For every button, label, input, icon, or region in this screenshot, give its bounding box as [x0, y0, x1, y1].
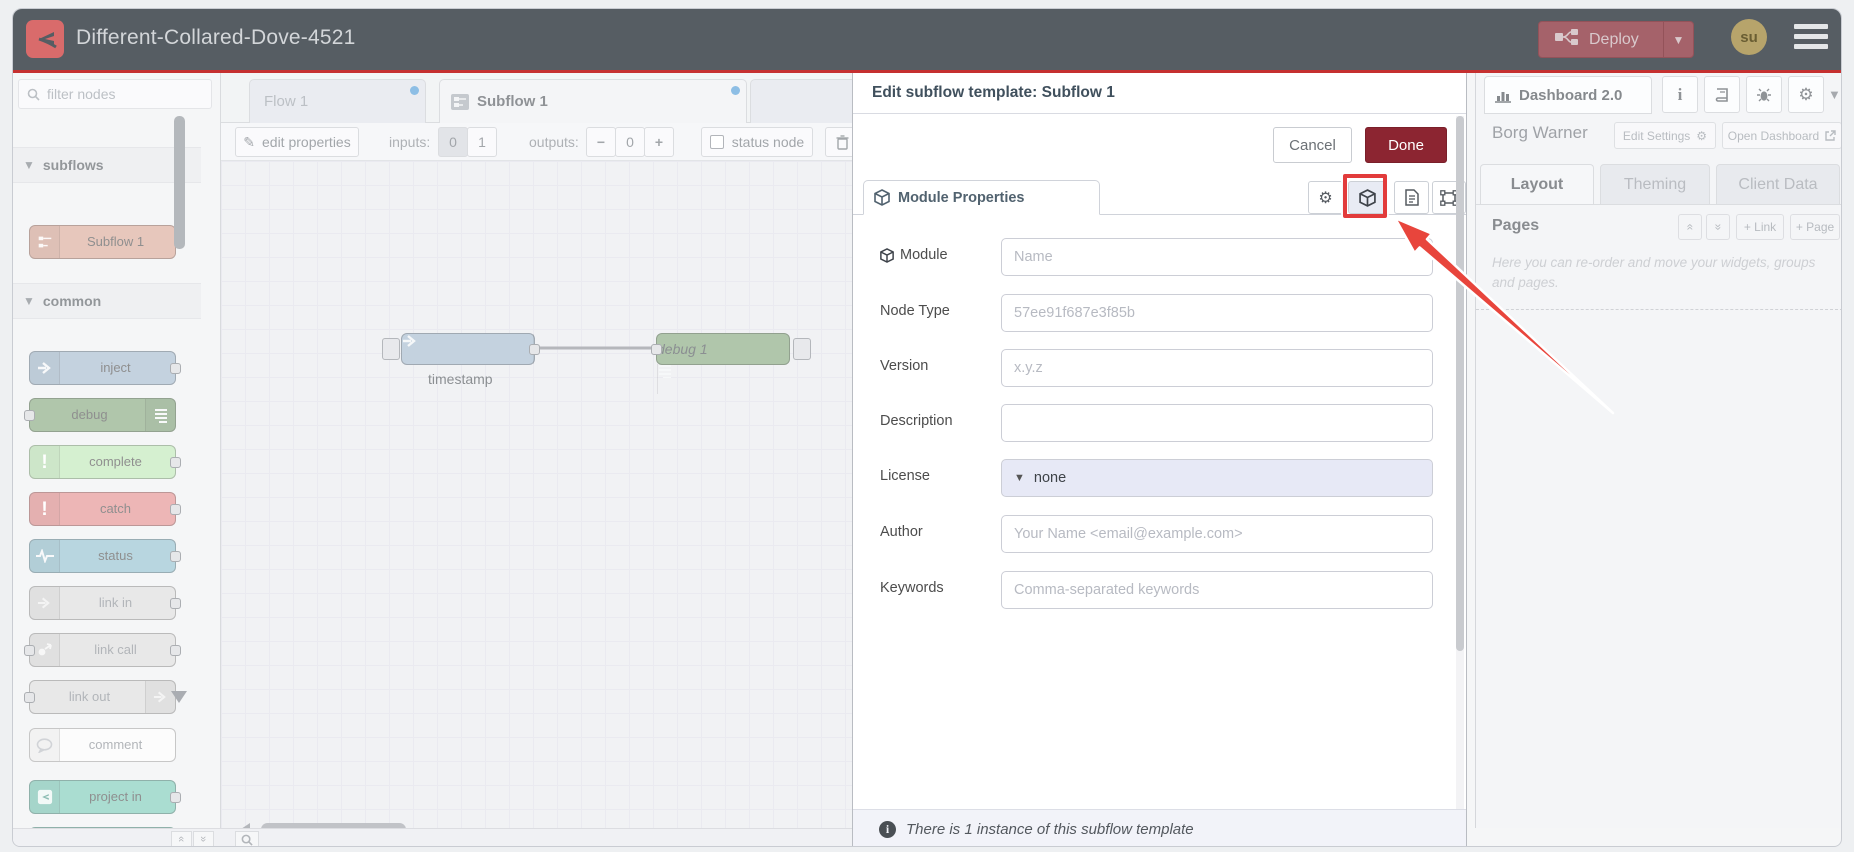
version-input[interactable] [1001, 349, 1433, 387]
dialog-footer: i There is 1 instance of this subflow te… [853, 809, 1466, 846]
keywords-input[interactable] [1001, 571, 1433, 609]
instance-count-message: There is 1 instance of this subflow temp… [906, 821, 1194, 838]
form-row-license: License ▼ none [853, 459, 1466, 497]
user-avatar[interactable]: su [1731, 19, 1767, 55]
cube-icon [874, 189, 890, 206]
form-row-node-type: Node Type [853, 294, 1466, 332]
field-label: Node Type [880, 303, 950, 319]
info-icon: i [879, 821, 896, 838]
instance-title: Different-Collared-Dove-4521 [76, 26, 356, 49]
deploy-options-caret[interactable]: ▼ [1663, 22, 1693, 57]
tab-module-properties[interactable]: Module Properties [863, 180, 1100, 215]
deploy-label: Deploy [1589, 30, 1639, 48]
deploy-icon [1555, 29, 1579, 50]
form-row-keywords: Keywords [853, 571, 1466, 609]
description-input[interactable] [1001, 404, 1433, 442]
app-window: Different-Collared-Dove-4521 Deploy ▼ su [12, 8, 1842, 847]
module-input[interactable] [1001, 238, 1433, 276]
field-label: Keywords [880, 580, 944, 596]
main-menu-button[interactable] [1794, 24, 1828, 52]
form-row-module: Module [853, 238, 1466, 276]
form-row-author: Author [853, 515, 1466, 553]
form-row-version: Version [853, 349, 1466, 387]
field-label: Author [880, 524, 923, 540]
field-label: License [880, 468, 930, 484]
done-button[interactable]: Done [1365, 127, 1447, 163]
node-type-input[interactable] [1001, 294, 1433, 332]
annotation-highlight-box [1343, 174, 1387, 218]
cancel-button[interactable]: Cancel [1273, 127, 1352, 163]
dialog-scrollbar[interactable] [1456, 116, 1464, 846]
dialog-titlebar: Edit subflow template: Subflow 1 [853, 73, 1466, 114]
field-label: Version [880, 358, 929, 374]
gear-icon[interactable]: ⚙ [1308, 181, 1343, 214]
license-select[interactable]: ▼ none [1001, 459, 1433, 497]
flowfuse-logo-icon[interactable] [26, 20, 64, 58]
doc-icon[interactable] [1394, 181, 1429, 214]
page: Different-Collared-Dove-4521 Deploy ▼ su [0, 0, 1854, 852]
dialog-title: Edit subflow template: Subflow 1 [872, 84, 1115, 101]
header-bar: Different-Collared-Dove-4521 Deploy ▼ su [13, 9, 1841, 70]
field-label: Module [880, 247, 948, 263]
deploy-button[interactable]: Deploy ▼ [1538, 21, 1694, 58]
form-row-description: Description [853, 404, 1466, 442]
author-input[interactable] [1001, 515, 1433, 553]
chevron-down-icon: ▼ [1014, 472, 1025, 484]
field-label: Description [880, 413, 953, 429]
